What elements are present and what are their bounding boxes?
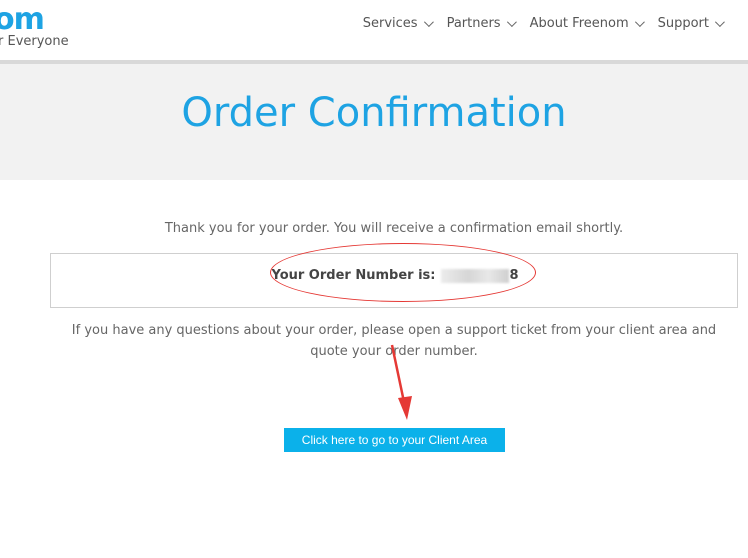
annotation-arrow-head: [398, 396, 412, 420]
annotation-arrow: [390, 344, 412, 420]
annotation-arrow-shaft: [390, 344, 406, 403]
client-area-button[interactable]: Click here to go to your Client Area: [284, 428, 505, 452]
